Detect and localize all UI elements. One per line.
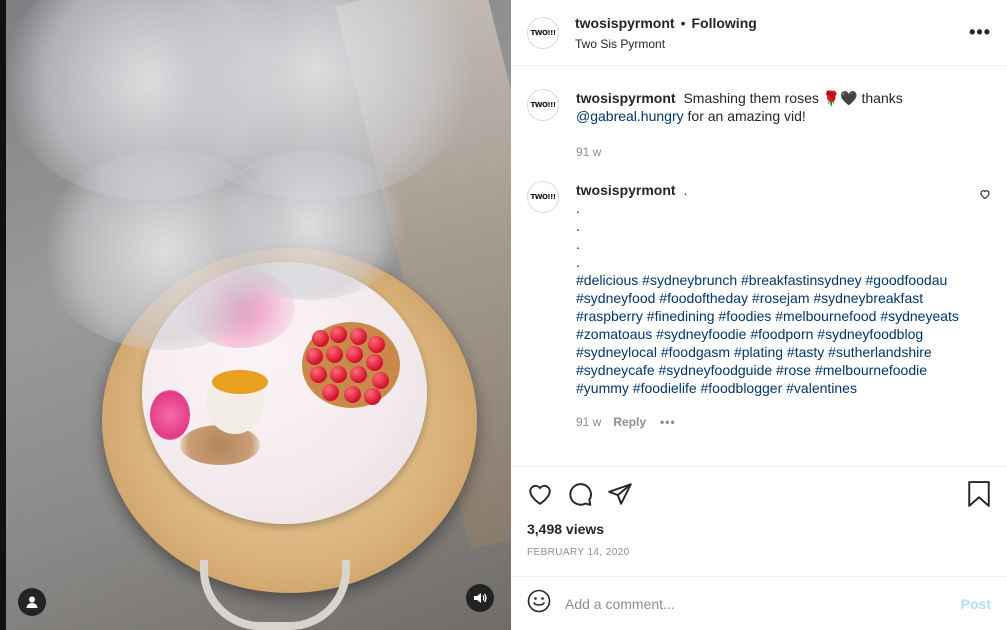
comment-button[interactable] [567,481,593,512]
hashtag-list[interactable]: #delicious #sydneybrunch #breakfastinsyd… [576,271,961,397]
raspberry [326,346,343,363]
comment-meta: 91 w [576,143,903,161]
raspberry [344,386,361,403]
comment-time[interactable]: 91 w [576,413,601,431]
author-avatar[interactable]: TWO!!! [527,16,559,49]
comment-options-button[interactable]: ••• [660,413,676,431]
audio-toggle-button[interactable] [466,584,494,612]
raspberry [310,366,327,383]
dot-line: . [576,200,580,216]
mention-link[interactable]: @gabreal.hungry [576,108,684,124]
speaker-icon [474,593,487,603]
caption-comment: TWO!!! twosispyrmont Smashing them roses… [527,89,991,161]
more-options-button[interactable]: ••• [969,22,991,43]
commenter-avatar[interactable]: TWO!!! [527,181,559,213]
emoji-button[interactable] [527,589,551,618]
commenter-avatar[interactable]: TWO!!! [527,89,559,121]
bookmark-icon [968,481,990,507]
smiley-icon [527,589,551,613]
raspberry [350,366,367,383]
hashtag-comment: TWO!!! twosispyrmont . . . . . #deliciou… [527,181,991,431]
caption-text-after: for an amazing vid! [687,108,806,124]
post-details-panel: TWO!!! twosispyrmont • Following Two Sis… [511,0,1007,630]
heart-icon [529,484,551,505]
dot-line: . [576,236,580,252]
comment-first-line: . [683,182,688,198]
raspberry [346,346,363,363]
crumble [180,425,260,465]
reply-button[interactable]: Reply [613,413,646,431]
tagged-users-button[interactable] [18,588,46,616]
following-button[interactable]: Following [691,15,756,31]
dot-line: . [576,254,580,270]
separator-dot: • [680,14,686,31]
comment-composer: Post [511,576,1007,630]
heart-icon [980,190,990,200]
comment-username[interactable]: twosispyrmont [576,182,676,198]
comment-body: twosispyrmont . . . . . #delicious #sydn… [576,181,961,431]
avatar-logo: TWO!!! [530,28,556,37]
author-info: twosispyrmont • Following Two Sis Pyrmon… [575,15,757,51]
comment-text: twosispyrmont Smashing them roses 🌹🖤 tha… [576,89,903,125]
raspberry [350,328,367,345]
caption-text: Smashing them roses 🌹🖤 thanks [683,90,903,106]
save-button[interactable] [967,481,991,512]
post-actions: 3,498 views FEBRUARY 14, 2020 [511,466,1007,576]
author-username[interactable]: twosispyrmont [575,15,675,31]
comment-body: twosispyrmont Smashing them roses 🌹🖤 tha… [576,89,903,161]
view-count[interactable]: 3,498 views [527,521,604,537]
table-leg [200,560,350,630]
author-row: twosispyrmont • Following [575,15,757,31]
raspberry [330,326,347,343]
smoke [210,150,410,300]
user-icon [26,596,38,608]
comment-like-button[interactable] [979,187,991,205]
post-header: TWO!!! twosispyrmont • Following Two Sis… [511,0,1007,66]
ellipsis-icon: ••• [969,22,991,42]
raspberry [366,354,383,371]
comment-username[interactable]: twosispyrmont [576,90,676,106]
raspberry [306,348,323,365]
post-location[interactable]: Two Sis Pyrmont [575,37,757,51]
rose-petals [150,390,190,440]
like-button[interactable] [527,481,553,512]
comment-time[interactable]: 91 w [576,143,601,161]
raspberry [312,330,329,347]
raspberry [372,372,389,389]
post-comment-button[interactable]: Post [961,596,991,612]
share-button[interactable] [607,481,633,512]
avatar-logo: TWO!!! [530,101,556,109]
raspberry [364,388,381,405]
comment-icon [569,483,592,506]
comment-text: twosispyrmont . [576,181,961,199]
avatar-logo: TWO!!! [530,193,556,201]
comment-input[interactable] [565,595,961,612]
raspberry [330,366,347,383]
dot-line: . [576,218,580,234]
post-video[interactable] [0,0,511,630]
raspberry [368,336,385,353]
comments-list: TWO!!! twosispyrmont Smashing them roses… [511,67,1007,465]
yolk [212,370,268,394]
post-date[interactable]: FEBRUARY 14, 2020 [527,547,630,558]
action-icons [527,481,991,507]
share-icon [608,483,632,505]
raspberry [322,384,339,401]
comment-meta: 91 w Reply ••• [576,413,961,431]
